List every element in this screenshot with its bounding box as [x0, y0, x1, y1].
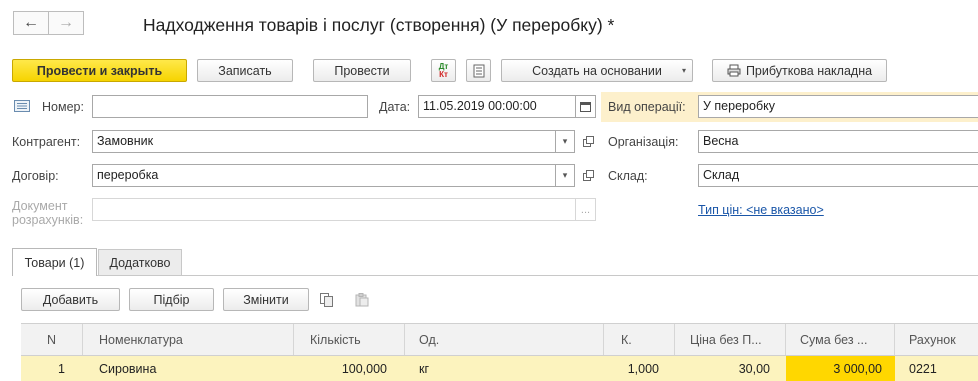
organization-field[interactable]: Весна [698, 130, 978, 153]
print-invoice-button[interactable]: Прибуткова накладна [712, 59, 887, 82]
add-row-button[interactable]: Добавить [21, 288, 120, 311]
contract-dropdown-button[interactable]: ▾ [556, 164, 575, 187]
paste-row-button [350, 288, 374, 311]
calendar-button[interactable] [576, 95, 596, 118]
page-title: Надходження товарів і послуг (створення)… [143, 15, 615, 35]
price-type-link[interactable]: Тип цін: <не вказано> [698, 203, 824, 217]
create-based-on-button[interactable]: Создать на основании ▾ [501, 59, 693, 82]
dtkt-icon: Дт Кт [438, 61, 449, 79]
column-header-quantity[interactable]: Кількість [294, 324, 405, 355]
account-cell[interactable]: 0221 [895, 356, 978, 381]
open-form-icon [582, 170, 594, 181]
contract-field[interactable]: переробка [92, 164, 556, 187]
chevron-down-icon: ▾ [681, 66, 686, 75]
tab-additional[interactable]: Додатково [98, 249, 182, 275]
post-and-close-button[interactable]: Провести и закрыть [12, 59, 187, 82]
sum-cell[interactable]: 3 000,00 [786, 356, 895, 381]
date-field[interactable]: 11.05.2019 00:00:00 [418, 95, 576, 118]
contract-label: Договір: [12, 169, 59, 183]
table-row[interactable]: 1 Сировина 100,000 кг 1,000 30,00 3 000,… [21, 356, 978, 381]
arrow-left-icon: ← [23, 14, 39, 31]
dropdown-arrow-icon: ▾ [562, 170, 568, 180]
printer-icon [727, 64, 741, 77]
calendar-icon [580, 102, 591, 112]
contractor-label: Контрагент: [12, 135, 81, 149]
change-button[interactable]: Змінити [223, 288, 309, 311]
table-header: N Номенклатура Кількість Од. К. Ціна без… [21, 323, 978, 356]
settlement-document-field [92, 198, 576, 221]
tabs-baseline [12, 275, 978, 276]
save-button[interactable]: Записать [197, 59, 293, 82]
open-form-icon [582, 136, 594, 147]
row-number-cell[interactable]: 1 [21, 356, 83, 381]
arrow-right-icon: → [58, 14, 74, 31]
quantity-cell[interactable]: 100,000 [294, 356, 405, 381]
forward-button[interactable]: → [48, 11, 84, 35]
coefficient-cell[interactable]: 1,000 [604, 356, 675, 381]
unit-cell[interactable]: кг [405, 356, 604, 381]
copy-row-button[interactable] [315, 288, 339, 311]
document-icon [473, 64, 484, 77]
pick-button[interactable]: Підбір [129, 288, 214, 311]
column-header-nomenclature[interactable]: Номенклатура [83, 324, 294, 355]
copy-icon [320, 292, 333, 307]
contractor-dropdown-button[interactable]: ▾ [556, 130, 575, 153]
settlement-document-label: Документ розрахунків: [12, 199, 84, 227]
contract-open-button[interactable] [578, 164, 598, 187]
column-header-price[interactable]: Ціна без П... [675, 324, 786, 355]
dtkt-report-button[interactable]: Дт Кт [431, 59, 456, 82]
settlement-choose-button: ... [576, 198, 596, 221]
paste-icon [355, 292, 369, 306]
column-header-n[interactable]: N [21, 324, 83, 355]
column-header-sum[interactable]: Сума без ... [786, 324, 895, 355]
nomenclature-cell[interactable]: Сировина [83, 356, 294, 381]
dropdown-arrow-icon: ▾ [562, 136, 568, 146]
contractor-field[interactable]: Замовник [92, 130, 556, 153]
post-button[interactable]: Провести [313, 59, 411, 82]
price-cell[interactable]: 30,00 [675, 356, 786, 381]
organization-label: Організація: [608, 135, 679, 149]
contractor-open-button[interactable] [578, 130, 598, 153]
list-icon [14, 100, 30, 112]
operation-type-label: Вид операції: [608, 100, 686, 114]
number-field[interactable] [92, 95, 368, 118]
date-label: Дата: [379, 100, 411, 114]
structure-button[interactable] [466, 59, 491, 82]
column-header-account[interactable]: Рахунок [895, 324, 978, 355]
column-header-unit[interactable]: Од. [405, 324, 604, 355]
back-button[interactable]: ← [13, 11, 49, 35]
tab-goods[interactable]: Товари (1) [12, 248, 97, 276]
column-header-coefficient[interactable]: К. [604, 324, 675, 355]
number-label: Номер: [42, 100, 84, 114]
operation-type-field[interactable]: У переробку [698, 95, 978, 118]
warehouse-field[interactable]: Склад [698, 164, 978, 187]
warehouse-label: Склад: [608, 169, 648, 183]
